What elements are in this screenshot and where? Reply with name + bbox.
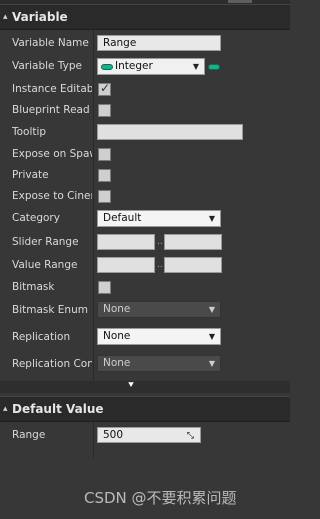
label-range: Range <box>12 429 46 441</box>
chevron-down-icon: ▼ <box>192 62 199 71</box>
row-value-range: Value Range .. <box>0 256 290 278</box>
bitmask-checkbox[interactable] <box>98 281 111 294</box>
row-variable-type: Variable Type Integer ▼ <box>0 57 290 79</box>
bitmask-enum-dropdown[interactable]: None ▼ <box>97 301 221 318</box>
row-replication: Replication None ▼ <box>0 328 290 350</box>
replication-dropdown[interactable]: None ▼ <box>97 328 221 345</box>
row-tooltip: Tooltip <box>0 123 290 145</box>
label-replication: Replication <box>12 331 71 343</box>
drag-spin-icon[interactable]: ⤡ <box>187 430 194 442</box>
label-bitmask-enum: Bitmask Enum <box>12 304 88 316</box>
value-range-max-input[interactable] <box>164 257 222 273</box>
row-expose-on-spawn: Expose on Spawn <box>0 145 290 167</box>
range-default-value: 500 <box>103 429 124 441</box>
variable-name-input[interactable]: Range <box>97 35 221 51</box>
label-replication-condition: Replication Condition <box>12 358 92 370</box>
row-variable-name: Variable Name Range <box>0 34 290 56</box>
chevron-down-icon: ▼ <box>208 332 215 341</box>
scroll-nub[interactable] <box>228 0 252 3</box>
replication-condition-dropdown[interactable]: None ▼ <box>97 355 221 372</box>
slider-range-max-input[interactable] <box>164 234 222 250</box>
row-bitmask-enum: Bitmask Enum None ▼ <box>0 301 290 323</box>
expose-on-spawn-checkbox[interactable] <box>98 148 111 161</box>
range-default-input[interactable]: 500 ⤡ <box>97 427 201 443</box>
range-separator: .. <box>157 260 163 270</box>
container-type-icon[interactable] <box>208 64 220 70</box>
advanced-expand-bar[interactable]: ⯆ <box>0 380 290 393</box>
private-checkbox[interactable] <box>98 169 111 182</box>
label-expose-on-spawn: Expose on Spawn <box>12 148 92 160</box>
variable-type-dropdown[interactable]: Integer ▼ <box>97 58 205 75</box>
slider-range-min-input[interactable] <box>97 234 155 250</box>
row-instance-editable: Instance Editable ✓ <box>0 80 290 102</box>
expose-to-cinematics-checkbox[interactable] <box>98 190 111 203</box>
chevron-down-icon[interactable]: ⯆ <box>127 380 135 391</box>
watermark: CSDN @不要积累问题 <box>84 489 237 507</box>
checkmark-icon: ✓ <box>100 81 111 95</box>
blueprint-read-only-checkbox[interactable] <box>98 104 111 117</box>
tooltip-input[interactable] <box>97 124 243 140</box>
label-value-range: Value Range <box>12 259 78 271</box>
label-expose-to-cinematics: Expose to Cinematics <box>12 190 92 202</box>
row-slider-range: Slider Range .. <box>0 233 290 255</box>
section-header-default-value[interactable]: ▴ Default Value <box>0 396 290 422</box>
label-slider-range: Slider Range <box>12 236 79 248</box>
section-title: Default Value <box>12 402 104 416</box>
variable-type-value: Integer <box>115 60 153 72</box>
replication-condition-value: None <box>103 357 131 369</box>
label-category: Category <box>12 212 60 224</box>
replication-value: None <box>103 330 131 342</box>
label-blueprint-read-only: Blueprint Read Only <box>12 104 92 116</box>
row-bitmask: Bitmask <box>0 278 290 300</box>
label-variable-type: Variable Type <box>12 60 82 72</box>
chevron-down-icon: ▼ <box>208 359 215 368</box>
range-separator: .. <box>157 237 163 247</box>
section-title: Variable <box>12 10 68 24</box>
collapse-triangle-icon[interactable]: ▴ <box>3 404 8 414</box>
collapse-triangle-icon[interactable]: ▴ <box>3 12 8 22</box>
row-private: Private <box>0 166 290 188</box>
label-tooltip: Tooltip <box>12 126 47 138</box>
instance-editable-checkbox[interactable]: ✓ <box>98 81 111 96</box>
row-blueprint-read-only: Blueprint Read Only <box>0 101 290 123</box>
row-replication-condition: Replication Condition None ▼ <box>0 355 290 377</box>
row-range-default: Range 500 ⤡ <box>0 426 290 448</box>
label-variable-name: Variable Name <box>12 37 89 49</box>
label-bitmask: Bitmask <box>12 281 55 293</box>
row-expose-to-cinematics: Expose to Cinematics <box>0 187 290 209</box>
pin-type-icon <box>101 64 113 70</box>
chevron-down-icon: ▼ <box>208 214 215 223</box>
chevron-down-icon: ▼ <box>208 305 215 314</box>
row-category: Category Default ▼ <box>0 209 290 231</box>
label-private: Private <box>12 169 49 181</box>
value-range-min-input[interactable] <box>97 257 155 273</box>
category-value: Default <box>103 212 142 224</box>
category-dropdown[interactable]: Default ▼ <box>97 210 221 227</box>
section-header-variable[interactable]: ▴ Variable <box>0 4 290 30</box>
label-instance-editable: Instance Editable <box>12 83 92 95</box>
bitmask-enum-value: None <box>103 303 131 315</box>
